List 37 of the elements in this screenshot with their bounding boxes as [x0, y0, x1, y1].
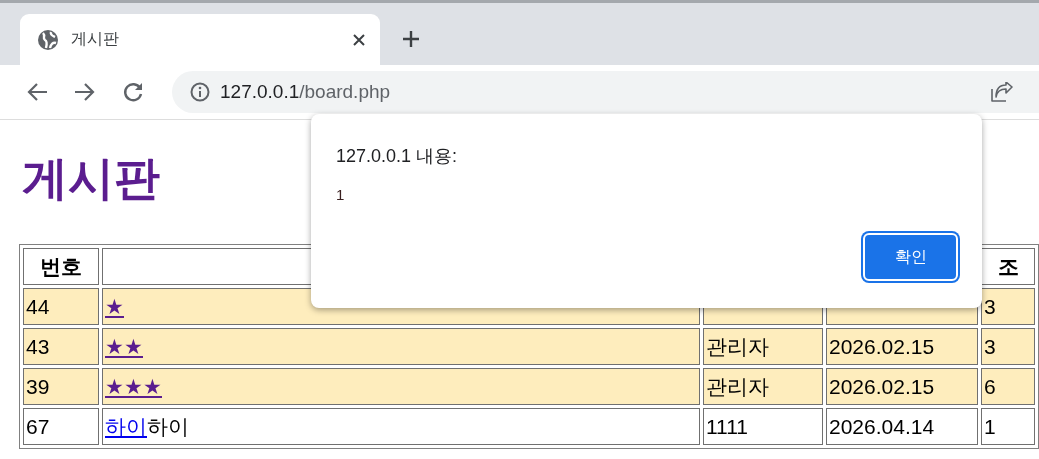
reload-icon[interactable]	[122, 81, 144, 103]
new-tab-icon[interactable]	[402, 30, 420, 48]
column-header: 번호	[40, 254, 82, 278]
forward-arrow-icon[interactable]	[74, 82, 96, 102]
url-text: 127.0.0.1/board.php	[220, 81, 391, 103]
title-text: 하이	[147, 414, 189, 438]
table-cell: 3	[981, 328, 1035, 365]
table-cell: 관리자	[703, 368, 823, 405]
browser-tab[interactable]: 게시판	[20, 14, 380, 65]
back-arrow-icon[interactable]	[26, 82, 48, 102]
table-cell: 1	[981, 408, 1035, 445]
share-icon[interactable]	[991, 82, 1013, 102]
table-cell: 44	[23, 288, 99, 325]
table-cell: 67	[23, 408, 99, 445]
table-cell: 1111	[703, 408, 823, 445]
table-cell: 관리자	[703, 328, 823, 365]
globe-icon	[37, 28, 59, 51]
post-link[interactable]: ★★★	[105, 374, 162, 398]
post-link[interactable]: 하이	[105, 414, 147, 438]
close-icon[interactable]	[352, 32, 366, 47]
table-cell: 6	[981, 368, 1035, 405]
table-cell: 2026.04.14	[826, 408, 978, 445]
address-bar[interactable]: 127.0.0.1/board.php	[172, 71, 1039, 113]
tab-title: 게시판	[71, 29, 120, 49]
table-cell: 3	[981, 288, 1035, 325]
table-cell: 2026.02.15	[826, 328, 978, 365]
info-icon[interactable]	[190, 82, 210, 102]
post-link[interactable]: ★★	[105, 334, 143, 358]
column-header: 조	[997, 254, 1019, 278]
post-link[interactable]: ★	[105, 294, 124, 318]
dialog-title: 127.0.0.1 내용:	[336, 145, 459, 168]
table-cell: 43	[23, 328, 99, 365]
table-cell: 39	[23, 368, 99, 405]
table-cell: 2026.02.15	[826, 368, 978, 405]
page-heading: 게시판	[22, 151, 160, 206]
ok-button[interactable]: 확인	[863, 233, 958, 281]
dialog-message: 1	[336, 186, 346, 203]
